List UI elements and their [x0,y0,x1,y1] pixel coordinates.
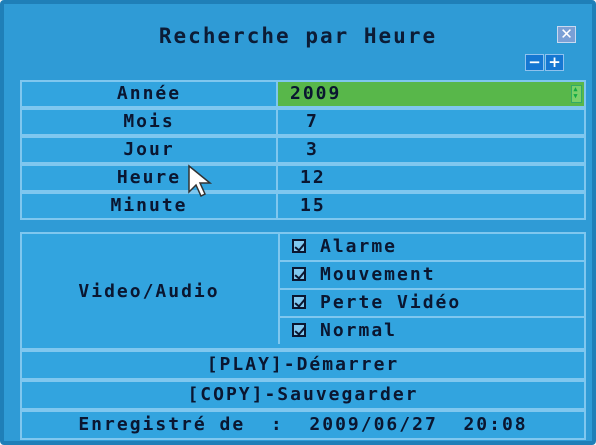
month-label: Mois [123,111,175,132]
option-mouvement[interactable]: Mouvement [278,262,586,290]
copy-button[interactable]: [COPY]-Sauvegarder [20,380,586,410]
minute-field[interactable]: 15 [278,194,584,218]
hour-field[interactable]: 12 [278,166,584,190]
plus-button[interactable]: + [545,54,564,71]
search-by-time-dialog: Recherche par Heure ✕ − + Année 2009 ▲ ▼ … [0,0,596,445]
video-audio-group: Video/Audio Alarme Mouvement Perte Vidéo… [20,232,586,350]
month-row[interactable]: Mois 7 [20,108,586,136]
option-label: Normal [320,320,398,341]
year-value: 2009 [290,83,342,104]
option-perte-video[interactable]: Perte Vidéo [278,290,586,318]
day-field[interactable]: 3 [278,138,584,162]
hour-label: Heure [116,167,182,188]
minute-row[interactable]: Minute 15 [20,192,586,220]
option-label: Mouvement [320,264,436,285]
title-bar: Recherche par Heure [8,8,588,74]
checkbox-checked-icon[interactable] [292,295,306,309]
hour-row[interactable]: Heure 12 [20,164,586,192]
mouse-pointer-icon [188,164,213,198]
minute-value: 15 [300,195,326,216]
year-row[interactable]: Année 2009 ▲ ▼ [20,80,586,108]
checkbox-checked-icon[interactable] [292,239,306,253]
day-row[interactable]: Jour 3 [20,136,586,164]
minute-label: Minute [110,195,188,216]
year-field[interactable]: 2009 ▲ ▼ [278,82,584,106]
month-field[interactable]: 7 [278,110,584,134]
year-label: Année [116,83,182,104]
option-label: Alarme [320,236,398,257]
day-value: 3 [306,139,319,160]
minus-button[interactable]: − [525,54,544,71]
video-audio-label: Video/Audio [78,280,220,302]
spinner-icon[interactable]: ▲ ▼ [571,85,582,103]
hour-value: 12 [300,167,326,188]
month-value: 7 [306,111,319,132]
option-normal[interactable]: Normal [278,318,586,344]
checkbox-checked-icon[interactable] [292,323,306,337]
close-icon[interactable]: ✕ [557,26,576,43]
recorded-from: Enregistré de : 2009/06/27 20:08 [20,410,586,440]
option-alarme[interactable]: Alarme [278,234,586,262]
dialog-title: Recherche par Heure [158,24,438,48]
day-label: Jour [123,139,175,160]
checkbox-checked-icon[interactable] [292,267,306,281]
play-button[interactable]: [PLAY]-Démarrer [20,350,586,380]
option-label: Perte Vidéo [320,292,462,313]
